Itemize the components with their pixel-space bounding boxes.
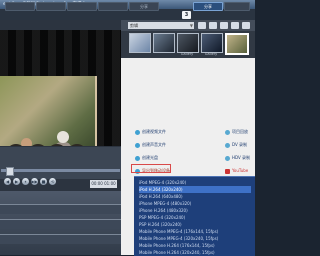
tab-extra[interactable] [224, 2, 250, 11]
timeline-lane-1 [0, 204, 121, 214]
video-file-icon [135, 130, 140, 135]
thumb-label-4: Gallery [204, 52, 218, 56]
dropdown-item-1[interactable]: iPod MPEG-4 (320x240) [139, 179, 251, 186]
scrubber-handle[interactable] [6, 167, 14, 176]
dropdown-item-7[interactable]: PSP H.264 (320x240) [139, 221, 251, 228]
create-disc[interactable]: 创建光盘 [142, 154, 158, 161]
tab-4[interactable] [98, 2, 128, 11]
tool-icon-1[interactable] [198, 22, 206, 29]
pause-icon[interactable]: ⏸ [22, 178, 29, 185]
tab-share[interactable]: 分享 [193, 2, 223, 11]
forward-icon-glyph: ▶▶ [31, 179, 38, 184]
selected-export-outline [131, 164, 171, 173]
thumb-5[interactable] [225, 33, 249, 55]
youtube-label[interactable]: YouTube [232, 167, 248, 174]
project-playback-icon [225, 130, 230, 135]
thumb-3[interactable] [177, 33, 199, 53]
export-dropdown: iPod MPEG-4 (320x240) iPod H.264 (320x24… [134, 176, 255, 256]
tool-icon-2[interactable] [209, 22, 217, 29]
audio-file-icon [135, 143, 140, 148]
pause-icon-glyph: ⏸ [24, 179, 27, 184]
forward-icon[interactable]: ▶▶ [31, 178, 38, 185]
create-video-file[interactable]: 创建视频文件 [142, 128, 166, 135]
dropdown-item-4[interactable]: iPhone MPEG-4 (480x320) [139, 200, 251, 207]
dv-record-icon [225, 143, 230, 148]
play-icon[interactable]: ▶ [13, 178, 20, 185]
project-playback[interactable]: 项目回放 [232, 128, 248, 135]
dropdown-item-5[interactable]: iPhone H.264 (480x320) [139, 207, 251, 214]
dropdown-item-3[interactable]: iPod H.264 (640x480) [139, 193, 251, 200]
dropdown-item-8[interactable]: Mobile Phone MPEG-4 (176x144, 15fps) [139, 228, 251, 235]
category-select[interactable]: 剪辑 [128, 22, 194, 29]
repeat-icon-glyph: ⟲ [50, 179, 55, 184]
stop-icon-glyph: ■ [41, 179, 46, 184]
tab-5-label: 分享 [140, 4, 148, 9]
tool-icon-4[interactable] [231, 22, 239, 29]
thumb-label-3: Gallery [180, 52, 194, 56]
timeline-area [0, 191, 121, 255]
timecode-display: 00:00 01:00 [90, 180, 117, 188]
disc-icon [135, 156, 140, 161]
play-icon-glyph: ▶ [14, 179, 19, 184]
repeat-icon[interactable]: ⟲ [49, 178, 56, 185]
dropdown-item-10[interactable]: Mobile Phone H.264 (176x144, 15fps) [139, 242, 251, 249]
prev-icon-glyph: ◀ [5, 179, 10, 184]
create-audio-file[interactable]: 创建声音文件 [142, 141, 166, 148]
tab-3[interactable] [67, 2, 97, 11]
tab-share-label: 分享 [204, 4, 212, 9]
stop-icon[interactable]: ■ [40, 178, 47, 185]
youtube-icon [225, 169, 230, 174]
preview-image [0, 76, 97, 146]
timeline-lane-3 [0, 234, 121, 244]
dropdown-item-2[interactable]: iPod H.264 (320x240) [139, 186, 251, 193]
timeline-scrubber[interactable] [1, 169, 120, 172]
transport-controls [0, 147, 121, 179]
step-badge: 3 [182, 11, 191, 19]
dropdown-item-9[interactable]: Mobile Phone MPEG-4 (320x240, 15fps) [139, 235, 251, 242]
tab-1[interactable] [5, 2, 35, 11]
timeline-lane-2 [0, 219, 121, 229]
thumb-4[interactable] [201, 33, 223, 53]
tool-icon-5[interactable] [242, 22, 250, 29]
tab-2[interactable] [36, 2, 66, 11]
dv-record[interactable]: DV 录制 [232, 141, 247, 148]
dropdown-item-6[interactable]: PSP MPEG-4 (320x240) [139, 214, 251, 221]
thumb-2[interactable] [153, 33, 175, 53]
video-preview [0, 30, 121, 146]
tab-5[interactable]: 分享 [129, 2, 159, 11]
thumb-1[interactable] [129, 33, 151, 53]
hdv-record-icon [225, 156, 230, 161]
hdv-record[interactable]: HDV 录制 [232, 154, 250, 161]
prev-icon[interactable]: ◀ [4, 178, 11, 185]
tool-icon-3[interactable] [220, 22, 228, 29]
